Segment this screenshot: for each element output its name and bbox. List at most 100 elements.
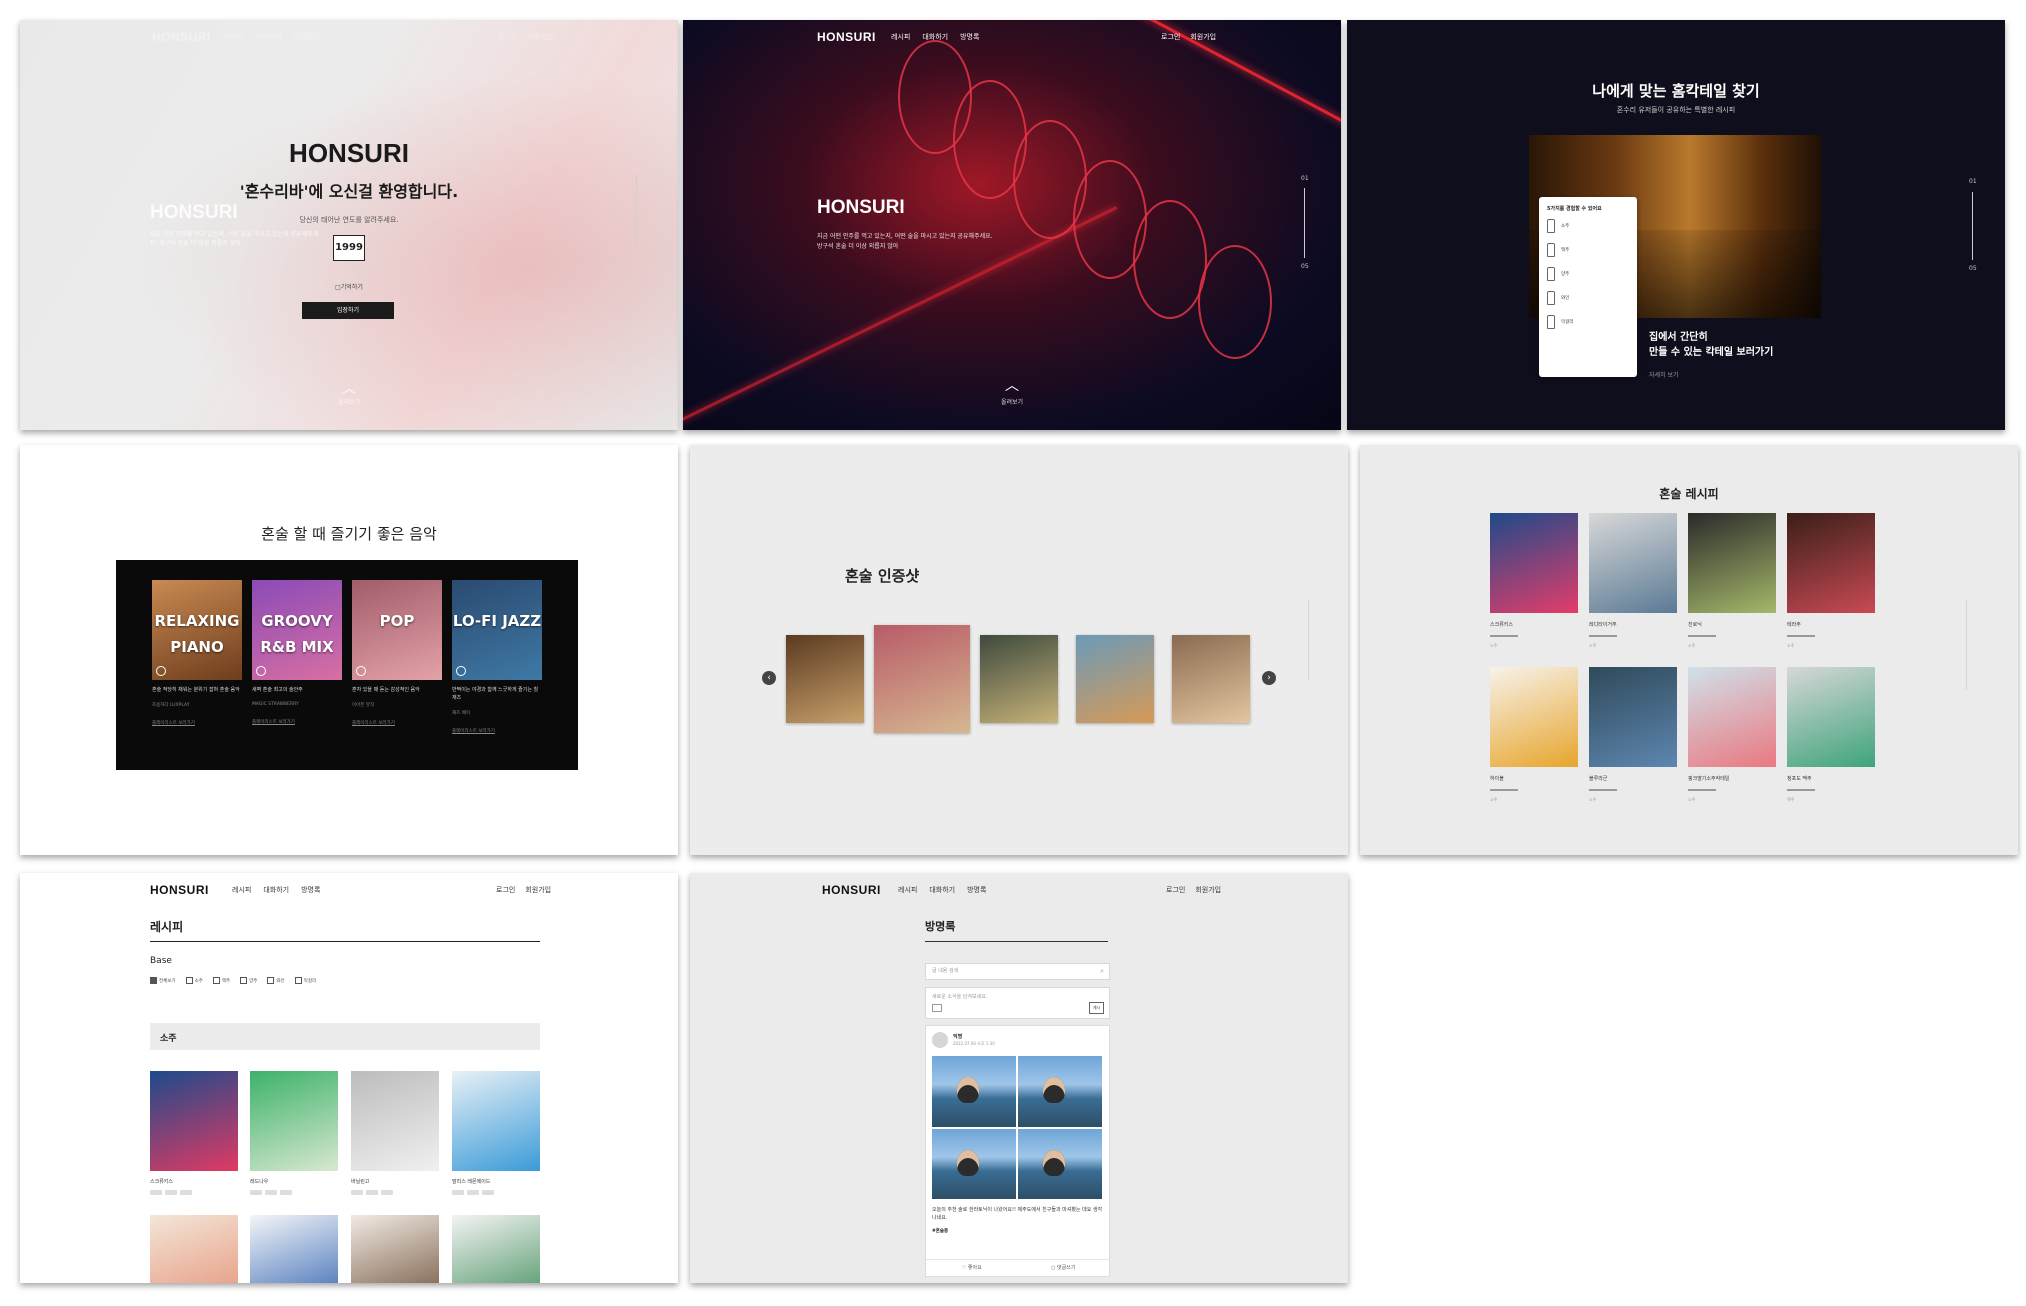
- logo[interactable]: HONSURI: [817, 30, 876, 44]
- signup-link[interactable]: 회원가입: [1190, 32, 1216, 42]
- playlist-card[interactable]: POP 혼자 있을 때 듣는 감성적인 음악 이어폰 뮤직 플레이리스트 보러가…: [352, 580, 442, 726]
- recipe-image[interactable]: [1490, 667, 1578, 767]
- play-icon[interactable]: [256, 666, 266, 676]
- next-arrow-icon[interactable]: ›: [1262, 671, 1276, 685]
- play-icon[interactable]: [356, 666, 366, 676]
- post-photo-grid[interactable]: [932, 1056, 1102, 1199]
- login-link[interactable]: 로그인: [1161, 32, 1180, 42]
- recipe-image[interactable]: [150, 1071, 238, 1171]
- recipe-image[interactable]: [1787, 667, 1875, 767]
- login-link[interactable]: 로그인: [496, 885, 515, 895]
- recipe-image[interactable]: [452, 1071, 540, 1171]
- recipe-card[interactable]: 청포도 맥주 맥주: [1787, 667, 1875, 803]
- remember-checkbox[interactable]: □기억하기: [20, 282, 678, 291]
- playlist-cover[interactable]: RELAXING PIANO: [152, 580, 242, 680]
- alcohol-type-card[interactable]: 5가지를 경험할 수 있어요 소주 맥주 양주 와인 막걸리: [1539, 197, 1637, 377]
- login-link[interactable]: 로그인: [1166, 885, 1185, 895]
- more-link[interactable]: 자세히 보기: [1649, 370, 1679, 379]
- alcohol-row[interactable]: 양주: [1539, 262, 1637, 286]
- image-upload-icon[interactable]: [932, 1004, 942, 1012]
- nav-link-guestbook[interactable]: 방명록: [960, 32, 979, 42]
- filter-liquor[interactable]: 양주: [240, 977, 257, 984]
- nav-link-chat[interactable]: 대화하기: [263, 885, 289, 895]
- shot-photo[interactable]: [786, 635, 864, 723]
- recipe-card[interactable]: 스크류키스: [150, 1071, 238, 1195]
- playlist-cover[interactable]: GROOVY R&B MIX: [252, 580, 342, 680]
- recipe-image[interactable]: [150, 1215, 238, 1283]
- shot-photo-active[interactable]: [874, 625, 970, 733]
- play-icon[interactable]: [456, 666, 466, 676]
- alcohol-row[interactable]: 소주: [1539, 214, 1637, 238]
- recipe-card[interactable]: [452, 1215, 540, 1283]
- recipe-card[interactable]: [250, 1215, 338, 1283]
- recipe-image[interactable]: [1490, 513, 1578, 613]
- recipe-card[interactable]: 말리스 레몬에이드: [452, 1071, 540, 1195]
- playlist-link[interactable]: 플레이리스트 보러가기: [252, 719, 342, 725]
- chevron-up-icon[interactable]: ︿: [20, 378, 678, 398]
- recipe-image[interactable]: [1589, 667, 1677, 767]
- signup-link[interactable]: 회원가입: [525, 885, 551, 895]
- alcohol-row[interactable]: 막걸리: [1539, 310, 1637, 334]
- playlist-card[interactable]: GROOVY R&B MIX 새벽 혼술 최고의 술안주 MAGIC STRAW…: [252, 580, 342, 725]
- playlist-link[interactable]: 플레이리스트 보러가기: [152, 720, 242, 726]
- recipe-image[interactable]: [452, 1215, 540, 1283]
- recipe-image[interactable]: [1787, 513, 1875, 613]
- recipe-image[interactable]: [250, 1215, 338, 1283]
- recipe-image[interactable]: [1688, 513, 1776, 613]
- filter-makgeolli[interactable]: 막걸리: [294, 977, 316, 984]
- nav-link-recipe[interactable]: 레시피: [891, 32, 910, 42]
- filter-beer[interactable]: 맥주: [212, 977, 230, 984]
- logo[interactable]: HONSURI: [150, 883, 209, 897]
- play-icon[interactable]: [156, 666, 166, 676]
- nav-link-recipe[interactable]: 레시피: [898, 885, 917, 895]
- recipe-card[interactable]: 진로닉 소주: [1688, 513, 1776, 649]
- playlist-cover[interactable]: POP: [352, 580, 442, 680]
- post-hashtag[interactable]: #혼술중: [932, 1228, 948, 1234]
- shot-photo[interactable]: [1076, 635, 1154, 723]
- recipe-card[interactable]: 바닐린고: [351, 1071, 439, 1195]
- alcohol-row[interactable]: 맥주: [1539, 238, 1637, 262]
- search-icon[interactable]: ⌕: [1094, 964, 1104, 979]
- shot-photo[interactable]: [980, 635, 1058, 723]
- recipe-image[interactable]: [1688, 667, 1776, 767]
- recipe-image[interactable]: [250, 1071, 338, 1171]
- signup-link[interactable]: 회원가입: [527, 32, 553, 42]
- nav-link-chat[interactable]: 대화하기: [922, 32, 948, 42]
- recipe-card[interactable]: 스크류키스 소주: [1490, 513, 1578, 649]
- prev-arrow-icon[interactable]: ‹: [762, 671, 776, 685]
- playlist-link[interactable]: 플레이리스트 보러가기: [352, 720, 442, 726]
- playlist-card[interactable]: RELAXING PIANO 혼술 적당히 채워는 분위기 잡혀 혼술 음악 조…: [152, 580, 242, 726]
- post-button[interactable]: 게시: [1089, 1002, 1104, 1014]
- recipe-card[interactable]: [351, 1215, 439, 1283]
- recipe-card[interactable]: 레디타이거주 소주: [1589, 513, 1677, 649]
- chevron-up-icon[interactable]: ︿: [683, 375, 1341, 395]
- recipe-card[interactable]: 레드나우: [250, 1071, 338, 1195]
- like-button[interactable]: ♡ 좋아요: [926, 1260, 1018, 1276]
- logo[interactable]: HONSURI: [822, 883, 881, 897]
- birth-year-input[interactable]: 1999: [333, 235, 365, 261]
- shot-photo[interactable]: [1172, 635, 1250, 723]
- nav-link-chat[interactable]: 대화하기: [929, 885, 955, 895]
- login-link[interactable]: 로그인: [498, 32, 517, 42]
- nav-link-guestbook[interactable]: 방명록: [294, 32, 313, 42]
- recipe-card[interactable]: 블루라군 소주: [1589, 667, 1677, 803]
- recipe-image[interactable]: [351, 1071, 439, 1171]
- recipe-card[interactable]: [150, 1215, 238, 1283]
- recipe-image[interactable]: [351, 1215, 439, 1283]
- playlist-card[interactable]: LO-FI JAZZ 반짝이는 야경과 함께 느긋하게 즐기는 힐 재즈 재즈 …: [452, 580, 542, 734]
- playlist-cover[interactable]: LO-FI JAZZ: [452, 580, 542, 680]
- search-input[interactable]: 글 내용 검색 ⌕: [925, 963, 1110, 980]
- filter-all[interactable]: 전체보기: [150, 977, 176, 984]
- logo[interactable]: HONSURI: [152, 30, 211, 44]
- signup-link[interactable]: 회원가입: [1195, 885, 1221, 895]
- alcohol-row[interactable]: 와인: [1539, 286, 1637, 310]
- nav-link-recipe[interactable]: 레시피: [225, 32, 244, 42]
- recipe-card[interactable]: 핑크딸기소주칵테일 소주: [1688, 667, 1776, 803]
- recipe-image[interactable]: [1589, 513, 1677, 613]
- comment-button[interactable]: ○ 댓글쓰기: [1018, 1260, 1110, 1276]
- nav-link-recipe[interactable]: 레시피: [232, 885, 251, 895]
- post-composer[interactable]: 새로운 소식을 남겨보세요. 게시: [925, 987, 1110, 1019]
- nav-link-chat[interactable]: 대화하기: [256, 32, 282, 42]
- filter-wine[interactable]: 와인: [267, 977, 285, 984]
- nav-link-guestbook[interactable]: 방명록: [301, 885, 320, 895]
